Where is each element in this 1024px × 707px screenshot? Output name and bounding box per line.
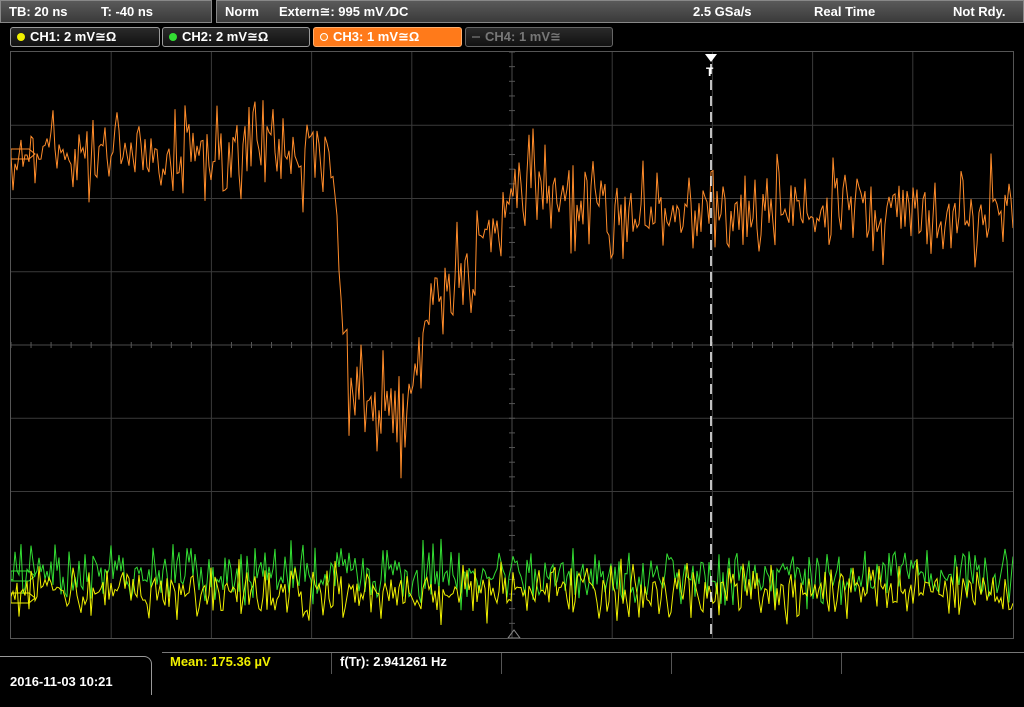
trigger-arrow-icon[interactable] xyxy=(705,54,717,62)
ch4-dash-icon xyxy=(472,36,480,38)
trigger-source-label: Extern≅: 995 mV ∕DC xyxy=(279,4,409,19)
center-marker-icon xyxy=(507,629,521,639)
ch2-dot-icon xyxy=(169,33,177,41)
waveform-canvas: T xyxy=(10,51,1014,639)
trigger-time-label: T: -40 ns xyxy=(101,4,154,19)
channel-ground-markers xyxy=(10,148,36,604)
ch4-label: CH4: 1 mV≅ xyxy=(485,29,561,44)
ch3-label: CH3: 1 mV≅Ω xyxy=(333,29,420,44)
trigger-status-box[interactable]: Norm Extern≅: 995 mV ∕DC 2.5 GSa/s Real … xyxy=(216,0,1024,23)
run-status-label: Not Rdy. xyxy=(953,4,1006,19)
trigger-mode-label: Norm xyxy=(225,4,259,19)
measurement-panel[interactable] xyxy=(162,652,1024,695)
channel-tab-ch3[interactable]: CH3: 1 mV≅Ω xyxy=(313,27,462,47)
channel-tab-ch4[interactable]: CH4: 1 mV≅ xyxy=(465,27,613,47)
ch3-ground-marker-icon[interactable] xyxy=(10,148,36,160)
ch1-label: CH1: 2 mV≅Ω xyxy=(30,29,117,44)
top-status-bar: TB: 20 ns T: -40 ns Norm Extern≅: 995 mV… xyxy=(0,0,1024,24)
ch2-label: CH2: 2 mV≅Ω xyxy=(182,29,269,44)
meas-cell xyxy=(842,653,1024,674)
meas-cell xyxy=(672,653,842,674)
trigger-marker-label: T xyxy=(706,65,714,79)
waveform-display[interactable]: T xyxy=(10,51,1014,639)
channel-tab-ch2[interactable]: CH2: 2 mV≅Ω xyxy=(162,27,310,47)
ch3-dot-icon xyxy=(320,33,328,41)
mean-measurement: Mean: 175.36 µV xyxy=(170,654,271,669)
acquisition-mode-label: Real Time xyxy=(814,4,876,19)
ch1-dot-icon xyxy=(17,33,25,41)
sample-rate-label: 2.5 GSa/s xyxy=(693,4,752,19)
graticule xyxy=(10,51,1014,639)
timebase-box[interactable]: TB: 20 ns T: -40 ns xyxy=(0,0,212,23)
datetime-label: 2016-11-03 10:21 xyxy=(10,674,113,689)
meas-cell xyxy=(502,653,672,674)
channel-tab-ch1[interactable]: CH1: 2 mV≅Ω xyxy=(10,27,160,47)
datetime-box: 2016-11-03 10:21 xyxy=(0,656,152,695)
frequency-measurement: f(Tr): 2.941261 Hz xyxy=(340,654,447,669)
timebase-label: TB: 20 ns xyxy=(9,4,68,19)
